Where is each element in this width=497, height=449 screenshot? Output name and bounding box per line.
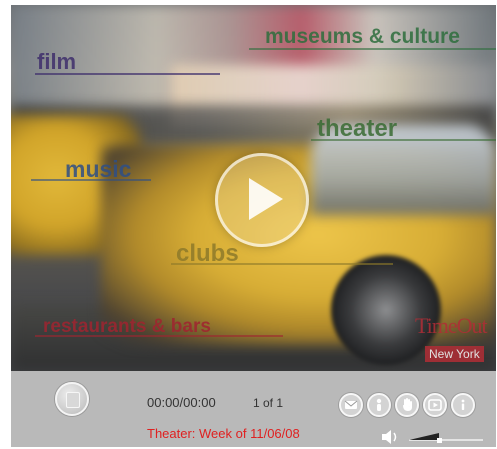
person-icon	[376, 398, 382, 411]
tag-music[interactable]: music	[65, 156, 131, 183]
clip-caption: Theater: Week of 11/06/08	[147, 426, 300, 441]
volume-icon[interactable]	[380, 428, 400, 446]
tag-museums-culture[interactable]: museums & culture	[265, 25, 460, 49]
mail-icon	[344, 400, 358, 409]
volume-handle[interactable]	[437, 438, 442, 443]
logo-brand: TimeOut	[415, 313, 488, 338]
tag-clubs[interactable]: clubs	[176, 240, 239, 268]
play-pause-icon	[66, 392, 80, 408]
tag-theater[interactable]: theater	[317, 115, 397, 143]
email-button[interactable]	[339, 393, 363, 417]
hand-icon	[403, 398, 412, 411]
play-button[interactable]	[215, 153, 309, 247]
logo-city: New York	[425, 346, 484, 362]
tag-film[interactable]: film	[37, 49, 76, 75]
control-bar: 00:00/00:00 1 of 1 Theater: Week of 11/0…	[11, 371, 496, 447]
info-icon	[461, 399, 465, 410]
person-button[interactable]	[367, 393, 391, 417]
timeout-logo: TimeOut New York	[415, 313, 496, 367]
play-small-button[interactable]	[423, 393, 447, 417]
play-icon	[249, 178, 283, 220]
play-small-icon	[428, 399, 442, 411]
video-player: museums & culture film theater music clu…	[11, 5, 496, 447]
tag-restaurants-bars[interactable]: restaurants & bars	[43, 316, 211, 338]
clip-count: 1 of 1	[253, 396, 284, 410]
video-frame[interactable]: museums & culture film theater music clu…	[11, 5, 496, 371]
play-pause-button[interactable]	[55, 382, 89, 416]
info-button[interactable]	[451, 393, 475, 417]
volume-slider[interactable]	[409, 431, 483, 443]
time-display: 00:00/00:00	[147, 395, 216, 410]
hand-button[interactable]	[395, 393, 419, 417]
